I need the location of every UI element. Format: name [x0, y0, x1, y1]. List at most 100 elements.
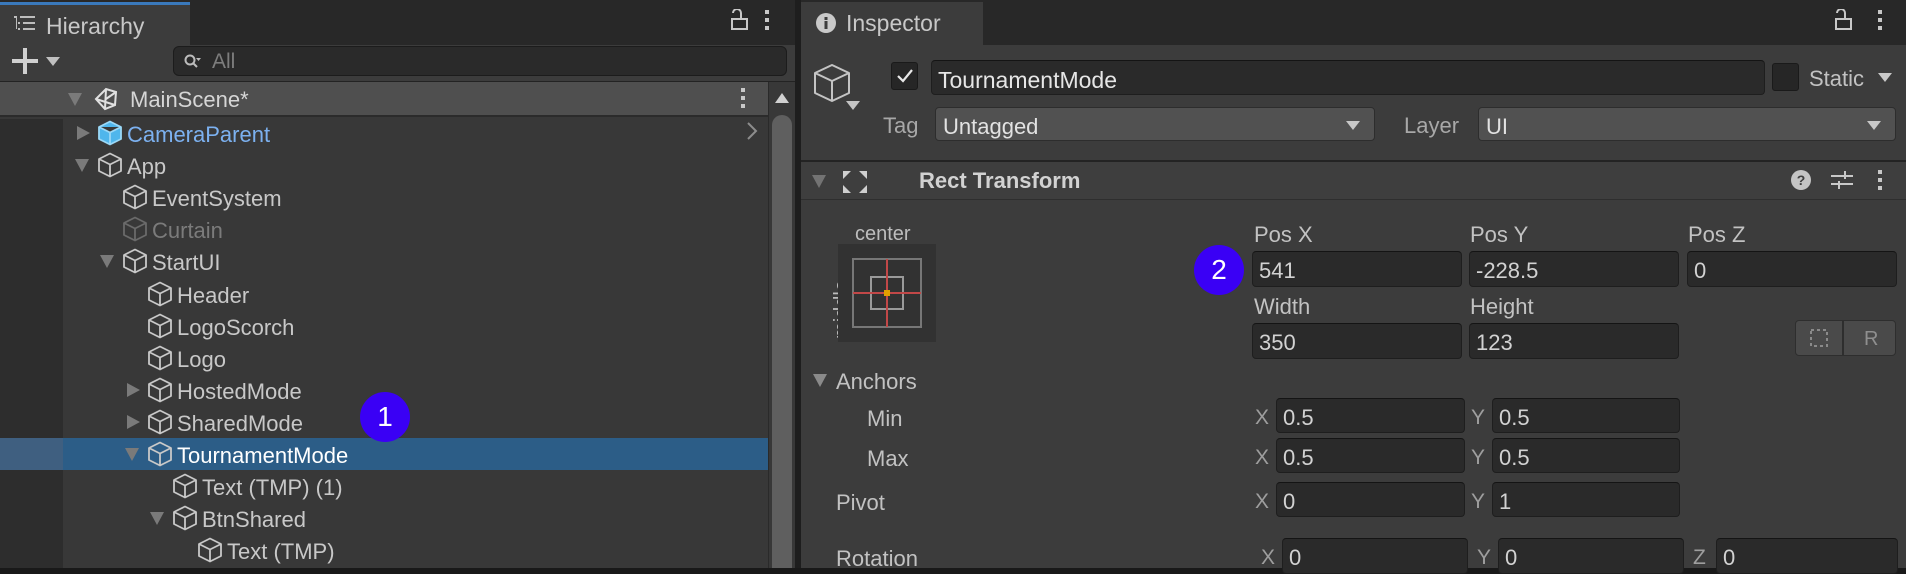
component-menu-icon[interactable]: [1877, 169, 1883, 191]
hierarchy-item[interactable]: LogoScorch: [0, 310, 768, 342]
rotation-z-value: 0: [1723, 545, 1736, 570]
hierarchy-item[interactable]: App: [0, 149, 768, 181]
hierarchy-item[interactable]: EventSystem: [0, 181, 768, 213]
hierarchy-item-label: EventSystem: [152, 186, 282, 212]
pos-x-value: 541: [1259, 258, 1296, 283]
pos-y-input[interactable]: -228.5: [1469, 251, 1679, 287]
scroll-up-arrow-icon[interactable]: [775, 93, 789, 103]
open-prefab-chevron-icon[interactable]: [746, 121, 758, 141]
rotation-y-input[interactable]: 0: [1498, 538, 1684, 574]
kebab-menu-icon[interactable]: [1877, 9, 1883, 31]
rotation-x-axis-label: X: [1261, 546, 1276, 569]
hierarchy-item[interactable]: Curtain: [0, 213, 768, 245]
max-y-axis-label: Y: [1471, 446, 1486, 469]
hierarchy-item-label: LogoScorch: [177, 314, 295, 340]
foldout-arrow-icon[interactable]: [812, 175, 826, 188]
layer-label: Layer: [1404, 113, 1460, 138]
gameobject-cube-icon: [148, 441, 172, 467]
checkmark-icon: [897, 69, 913, 83]
search-icon: [184, 54, 201, 68]
gameobject-cube-icon: [148, 377, 172, 403]
raw-edit-button[interactable]: R: [1843, 320, 1896, 356]
expand-arrow-icon[interactable]: [68, 93, 82, 106]
scene-name: MainScene*: [130, 87, 249, 112]
hierarchy-tree: MainScene* CameraParent App EventSystem Cur…: [0, 82, 768, 568]
anchor-presets-button[interactable]: [838, 244, 936, 342]
scene-menu-icon[interactable]: [740, 87, 746, 109]
anchor-min-x-input[interactable]: 0.5: [1276, 398, 1465, 433]
gameobject-cube-icon: [148, 281, 172, 306]
expand-arrow-icon[interactable]: [75, 159, 89, 173]
expand-arrow-icon[interactable]: [125, 448, 139, 461]
pivot-x-input[interactable]: 0: [1276, 482, 1465, 517]
min-label: Min: [867, 406, 903, 431]
anchor-max-x-input[interactable]: 0.5: [1276, 438, 1465, 473]
pivot-label: Pivot: [836, 490, 885, 515]
tag-label: Tag: [883, 113, 919, 138]
anchor-min-y-input[interactable]: 0.5: [1492, 398, 1680, 433]
pivot-y-input[interactable]: 1: [1492, 482, 1680, 517]
rotation-z-input[interactable]: 0: [1716, 538, 1898, 574]
static-dropdown-caret-icon[interactable]: [1878, 73, 1892, 82]
width-label: Width: [1254, 294, 1311, 319]
hierarchy-item[interactable]: TournamentMode: [0, 438, 768, 470]
anchors-label[interactable]: Anchors: [836, 369, 917, 395]
scrollbar-thumb[interactable]: [772, 115, 792, 568]
anchor-max-y-input[interactable]: 0.5: [1492, 438, 1680, 473]
lock-icon[interactable]: [1835, 9, 1853, 31]
width-input[interactable]: 350: [1252, 323, 1462, 359]
static-checkbox[interactable]: [1772, 63, 1799, 91]
expand-arrow-icon[interactable]: [100, 255, 114, 269]
hierarchy-item[interactable]: CameraParent: [0, 117, 768, 149]
dropdown-caret-icon: [46, 57, 60, 66]
pivot-x-axis-label: X: [1255, 490, 1270, 513]
expand-arrow-icon[interactable]: [150, 512, 164, 526]
hierarchy-item[interactable]: Logo: [0, 342, 768, 374]
raw-edit-label: R: [1864, 328, 1879, 350]
pos-x-input[interactable]: 541: [1252, 251, 1462, 287]
lock-icon[interactable]: [731, 9, 749, 31]
gameobject-cube-icon: [148, 345, 172, 371]
tab-hierarchy[interactable]: Hierarchy: [0, 2, 190, 45]
pos-z-value: 0: [1694, 258, 1707, 283]
scene-row[interactable]: MainScene*: [0, 82, 768, 117]
layer-dropdown[interactable]: UI: [1478, 107, 1896, 141]
hierarchy-item[interactable]: Text (TMP): [0, 534, 768, 566]
blueprint-mode-button[interactable]: [1795, 320, 1843, 356]
height-input[interactable]: 123: [1469, 323, 1679, 359]
hierarchy-item[interactable]: Text (TMP) (1): [0, 470, 768, 502]
rect-transform-header[interactable]: Rect Transform ?: [801, 160, 1906, 200]
help-icon[interactable]: ?: [1791, 170, 1811, 190]
hierarchy-tab-label: Hierarchy: [46, 13, 145, 39]
static-label[interactable]: Static: [1809, 66, 1864, 92]
layer-value: UI: [1486, 114, 1508, 139]
selection-gutter: [0, 438, 63, 470]
kebab-menu-icon[interactable]: [764, 9, 770, 31]
hierarchy-item[interactable]: Header: [0, 278, 768, 310]
active-checkbox[interactable]: [891, 62, 918, 90]
component-title: Rect Transform: [919, 168, 1081, 193]
inspector-panel: Inspector TournamentMode Static Tag Unta…: [801, 0, 1906, 574]
object-name-input[interactable]: TournamentMode: [931, 60, 1765, 95]
pos-x-label: Pos X: [1254, 222, 1313, 247]
pos-z-input[interactable]: 0: [1687, 251, 1897, 287]
collapse-arrow-icon[interactable]: [77, 126, 90, 140]
hierarchy-search-input[interactable]: All: [173, 46, 787, 76]
tab-inspector[interactable]: Inspector: [801, 2, 983, 45]
rotation-label: Rotation: [836, 546, 918, 571]
hierarchy-item-label: StartUI: [152, 250, 221, 276]
icon-dropdown-caret-icon[interactable]: [846, 101, 860, 110]
gameobject-cube-icon: [123, 248, 147, 274]
prefab-cube-icon: [98, 120, 122, 146]
collapse-arrow-icon[interactable]: [127, 414, 140, 429]
hierarchy-item[interactable]: BtnShared: [0, 502, 768, 534]
collapse-arrow-icon[interactable]: [127, 382, 140, 397]
anchors-foldout-icon[interactable]: [813, 374, 827, 387]
hierarchy-item[interactable]: StartUI: [0, 245, 768, 277]
create-button[interactable]: [12, 48, 64, 76]
hierarchy-panel: Hierarchy All MainScene* CameraParent App…: [0, 0, 796, 568]
width-value: 350: [1259, 330, 1296, 355]
tag-dropdown[interactable]: Untagged: [935, 107, 1375, 141]
rotation-x-input[interactable]: 0: [1282, 538, 1468, 574]
presets-icon[interactable]: [1831, 169, 1853, 191]
